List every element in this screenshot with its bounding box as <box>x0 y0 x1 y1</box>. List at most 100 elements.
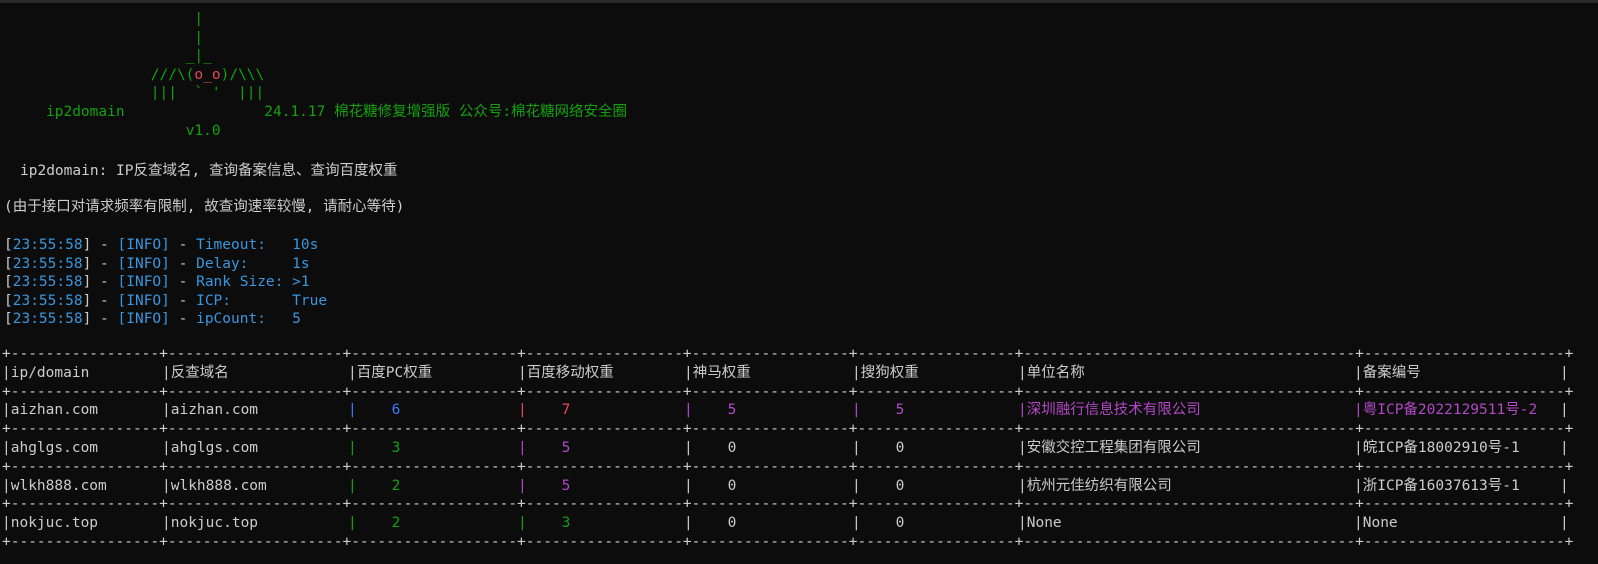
table-border: | <box>1560 402 1569 419</box>
log-punct: - <box>169 292 197 309</box>
log-punct: [ <box>4 237 13 253</box>
tool-name: ip2domain <box>46 103 125 120</box>
table-cell: |ahglgs.com <box>162 439 259 456</box>
banner-line: )/\\\ <box>220 66 265 83</box>
log-punct: ] - <box>82 255 118 272</box>
table-border: | <box>1560 477 1569 494</box>
log-punct: - <box>169 274 197 291</box>
table-cell: | 5 <box>684 402 737 419</box>
log-value: 10s <box>292 237 319 253</box>
log-key: Timeout: <box>196 237 293 253</box>
log-punct: - <box>169 255 197 272</box>
log-punct: [ <box>4 274 13 291</box>
log-line: [23:55:58] - [INFO] - Timeout: 10s <box>4 236 327 255</box>
log-time: 23:55:58 <box>12 237 83 253</box>
table-cell: |nokjuc.top <box>2 515 99 532</box>
table-border: | <box>1560 515 1569 532</box>
log-punct: ] - <box>82 274 118 291</box>
log-value: True <box>292 292 328 309</box>
column-header: |百度移动权重 <box>518 364 614 381</box>
table-cell: | 0 <box>684 477 737 494</box>
column-header: |搜狗权重 <box>852 364 919 381</box>
table-separator: +-----------------+--------------------+… <box>2 421 1574 438</box>
table-cell: |None <box>1018 515 1062 532</box>
table-cell: | 2 <box>348 477 401 494</box>
table-cell: |None <box>1354 515 1398 532</box>
table-separator: +-----------------+--------------------+… <box>2 496 1574 513</box>
table-cell: | 3 <box>348 439 401 456</box>
log-level: [INFO] <box>117 237 170 253</box>
log-time: 23:55:58 <box>12 274 83 291</box>
log-value: 5 <box>292 311 301 328</box>
column-header: |单位名称 <box>1018 364 1085 381</box>
table-cell: |wlkh888.com <box>2 477 107 494</box>
table-separator: +-----------------+--------------------+… <box>2 346 1574 362</box>
table-cell: | 0 <box>852 515 905 532</box>
log-level: [INFO] <box>117 274 170 291</box>
tool-description: ip2domain: IP反查域名, 查询备案信息、查询百度权重 <box>20 163 398 179</box>
table-cell: | 3 <box>518 515 571 532</box>
banner-line: ///\( <box>46 66 195 83</box>
table-row: |ahglgs.com |ahglgs.com | 3 | 5 | 0 | 0 |安徽交控工… <box>2 439 1573 458</box>
banner-line: | <box>46 11 204 27</box>
log-punct: ] - <box>82 237 118 253</box>
log-line: [23:55:58] - [INFO] - ipCount: 5 <box>4 310 327 329</box>
table-cell: | 0 <box>684 439 737 456</box>
banner-line: _|_ <box>46 48 212 65</box>
table-cell: | 0 <box>852 439 905 456</box>
log-key: ICP: <box>196 292 293 309</box>
table-cell: | 5 <box>518 477 571 494</box>
table-cell: |ahglgs.com <box>2 439 99 456</box>
log-level: [INFO] <box>117 255 170 272</box>
table-cell: | 5 <box>852 402 905 419</box>
log-time: 23:55:58 <box>12 292 83 309</box>
table-cell: |浙ICP备16037613号-1 <box>1354 477 1520 494</box>
log-punct: - <box>169 311 197 328</box>
table-cell: | 0 <box>852 477 905 494</box>
log-line: [23:55:58] - [INFO] - Delay: 1s <box>4 255 327 274</box>
table-cell: |皖ICP备18002910号-1 <box>1354 439 1520 456</box>
banner-line: ||| ` ' ||| <box>46 85 265 102</box>
table-row: |aizhan.com |aizhan.com | 6 | 7 | 5 | 5 |深圳融行信… <box>2 401 1573 420</box>
log-punct: [ <box>4 311 13 328</box>
log-value: >1 <box>292 274 310 291</box>
table-border: | <box>1560 364 1569 381</box>
log-line: [23:55:58] - [INFO] - ICP: True <box>4 292 327 311</box>
column-header: |反查域名 <box>162 364 229 381</box>
table-separator: +-----------------+--------------------+… <box>2 458 1574 475</box>
banner-line: | <box>46 29 204 46</box>
table-cell: |杭州元佳纺织有限公司 <box>1018 477 1172 494</box>
table-cell: |安徽交控工程集团有限公司 <box>1018 439 1201 456</box>
table-cell: | 2 <box>348 515 401 532</box>
log-key: Delay: <box>196 255 293 272</box>
log-punct: [ <box>4 255 13 272</box>
results-table: +-----------------+--------------------+… <box>2 345 1573 552</box>
log-punct: ] - <box>82 292 118 309</box>
log-value: 1s <box>292 255 310 272</box>
table-cell: | 5 <box>518 439 571 456</box>
table-cell: |nokjuc.top <box>162 515 259 532</box>
table-cell: |aizhan.com <box>162 402 259 419</box>
rate-limit-note: (由于接口对请求频率有限制, 故查询速率较慢, 请耐心等待) <box>4 199 405 215</box>
ascii-banner: | | _|_ ///\(o_o)/\\\ ||| ` ' ||| ip2dom… <box>46 10 627 140</box>
table-cell: |粤ICP备2022129511号-2 <box>1354 402 1538 419</box>
table-cell: | 6 <box>348 402 401 419</box>
log-punct: [ <box>4 292 13 309</box>
table-header: |ip/domain |反查域名 |百度PC权重 |百度移动权重 |神马权重 |搜狗权重 |… <box>2 364 1573 383</box>
table-border: | <box>1560 439 1569 456</box>
table-row: |nokjuc.top |nokjuc.top | 2 | 3 | 0 | 0 |None |… <box>2 514 1573 533</box>
table-separator: +-----------------+--------------------+… <box>2 533 1574 550</box>
window-top-edge <box>0 0 1598 3</box>
tool-version: v1.0 <box>185 122 221 139</box>
info-log: [23:55:58] - [INFO] - Timeout: 10s [23:55… <box>4 236 327 329</box>
table-cell: |wlkh888.com <box>162 477 267 494</box>
table-cell: | 7 <box>518 402 571 419</box>
column-header: |百度PC权重 <box>348 364 433 381</box>
log-level: [INFO] <box>117 311 170 328</box>
table-cell: |aizhan.com <box>2 402 99 419</box>
log-time: 23:55:58 <box>12 311 83 328</box>
table-separator: +-----------------+--------------------+… <box>2 383 1574 400</box>
log-line: [23:55:58] - [INFO] - Rank Size: >1 <box>4 273 327 292</box>
log-punct: - <box>169 237 197 253</box>
column-header: |ip/domain <box>2 364 90 381</box>
